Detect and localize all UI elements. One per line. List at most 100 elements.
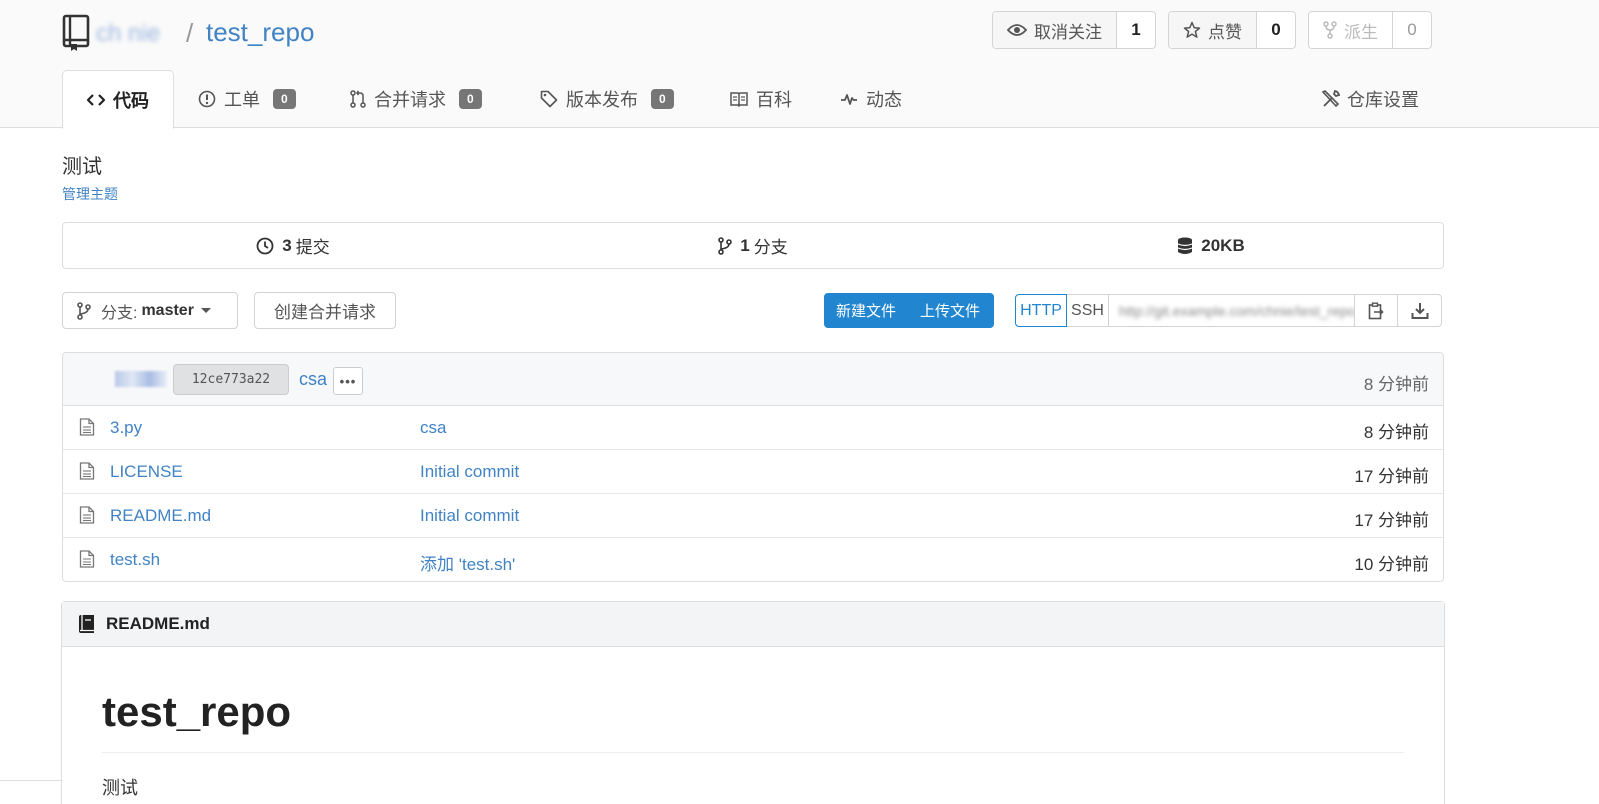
tab-wiki-label: 百科 (756, 90, 792, 110)
latest-commit-row: 12ce773a22 csa ••• 8 分钟前 (63, 353, 1443, 406)
file-list: 12ce773a22 csa ••• 8 分钟前 3.py csa 8 分钟前 … (62, 352, 1444, 582)
branch-prefix: 分支: (101, 304, 138, 322)
tab-activity[interactable]: 动态 (840, 70, 902, 128)
latest-commit-message[interactable]: csa (299, 369, 327, 390)
unwatch-label: 取消关注 (1034, 22, 1102, 42)
eye-icon (1007, 24, 1027, 36)
new-file-button[interactable]: 新建文件 (824, 293, 908, 328)
clone-http-button[interactable]: HTTP (1015, 294, 1067, 327)
branches-stat[interactable]: 1 分支 (523, 223, 983, 268)
tab-settings-label: 仓库设置 (1347, 90, 1419, 110)
copy-clone-url-button[interactable] (1355, 295, 1398, 326)
repo-description: 测试 (62, 156, 102, 178)
database-icon (1178, 237, 1193, 254)
page-corner (0, 780, 62, 804)
history-icon (256, 237, 274, 254)
branch-icon (77, 301, 91, 320)
commits-label: 提交 (295, 238, 330, 257)
star-button[interactable]: 点赞 (1169, 12, 1257, 48)
tab-issues[interactable]: 工单 0 (198, 70, 296, 128)
repo-owner-link[interactable]: ch nie (96, 20, 160, 48)
tab-code-label: 代码 (113, 90, 149, 111)
stars-count[interactable]: 0 (1257, 12, 1295, 48)
unwatch-button[interactable]: 取消关注 (993, 12, 1117, 48)
tab-repo-settings[interactable]: 仓库设置 (1321, 70, 1419, 128)
tab-releases-label: 版本发布 (566, 90, 638, 110)
file-row: 3.py csa 8 分钟前 (63, 406, 1443, 450)
wiki-book-icon (730, 92, 748, 107)
clone-url-input[interactable]: http://git.example.com/chnie/test_repo.g… (1109, 295, 1355, 326)
clone-ssh-button[interactable]: SSH (1067, 295, 1109, 326)
star-label: 点赞 (1208, 22, 1242, 42)
fork-label: 派生 (1344, 22, 1378, 42)
file-name-link[interactable]: LICENSE (110, 462, 183, 482)
size-stat: 20KB (983, 223, 1443, 268)
forks-count[interactable]: 0 (1393, 12, 1431, 48)
star-button-group: 点赞 0 (1168, 11, 1296, 49)
tab-pull-requests-label: 合并请求 (374, 90, 446, 110)
file-name-link[interactable]: test.sh (110, 550, 160, 570)
book-icon (79, 615, 94, 633)
watchers-count[interactable]: 1 (1117, 12, 1155, 48)
issues-count-badge: 0 (273, 89, 296, 109)
pulse-icon (841, 94, 857, 105)
issue-icon (198, 90, 216, 108)
new-pull-request-button[interactable]: 创建合并请求 (254, 292, 396, 329)
tab-activity-label: 动态 (866, 90, 902, 110)
tab-releases[interactable]: 版本发布 0 (540, 70, 674, 128)
file-text-icon (79, 506, 95, 524)
file-commit-link[interactable]: Initial commit (420, 462, 519, 482)
repo-name-link[interactable]: test_repo (206, 17, 314, 48)
watch-button-group: 取消关注 1 (992, 11, 1156, 49)
releases-count-badge: 0 (651, 89, 674, 109)
readme-panel: README.md test_repo 测试 (61, 601, 1445, 804)
file-text-icon (79, 550, 95, 568)
readme-divider (102, 752, 1404, 753)
fork-button[interactable]: 派生 (1309, 12, 1393, 48)
file-name-link[interactable]: 3.py (110, 418, 142, 438)
tab-issues-label: 工单 (224, 90, 260, 110)
commits-stat[interactable]: 3 提交 (63, 223, 523, 268)
tab-code[interactable]: 代码 (62, 70, 174, 129)
file-commit-time: 17 分钟前 (1354, 511, 1429, 530)
repo-stats-bar: 3 提交 1 分支 20KB (62, 222, 1444, 269)
commit-more-button[interactable]: ••• (333, 367, 363, 395)
star-icon (1183, 21, 1201, 38)
download-icon (1411, 302, 1428, 319)
fork-button-group: 派生 0 (1308, 11, 1432, 49)
commits-count: 3 (282, 235, 292, 255)
file-commit-link[interactable]: csa (420, 418, 446, 438)
current-branch: master (141, 301, 194, 319)
clone-url-group: HTTP SSH http://git.example.com/chnie/te… (1015, 294, 1442, 327)
readme-filename: README.md (106, 614, 210, 633)
pull-request-icon (350, 90, 366, 108)
owner-repo-separator: / (186, 18, 194, 48)
file-row: test.sh 添加 'test.sh' 10 分钟前 (63, 538, 1443, 581)
file-commit-link[interactable]: 添加 'test.sh' (420, 550, 515, 575)
file-text-icon (79, 462, 95, 480)
repo-book-icon (62, 14, 90, 51)
fork-icon (1323, 21, 1337, 39)
file-actions-group: 新建文件 上传文件 (824, 293, 995, 328)
code-icon (87, 93, 105, 106)
manage-topics-link[interactable]: 管理主题 (62, 184, 118, 204)
download-archive-button[interactable] (1398, 295, 1441, 326)
caret-down-icon (200, 308, 211, 313)
branch-selector[interactable]: 分支: master (62, 292, 238, 329)
commit-author-avatar[interactable] (115, 371, 167, 387)
tab-pull-requests[interactable]: 合并请求 0 (350, 70, 482, 128)
file-commit-link[interactable]: Initial commit (420, 506, 519, 526)
tag-icon (540, 90, 558, 108)
file-name-link[interactable]: README.md (110, 506, 211, 526)
repo-size: 20KB (1201, 235, 1245, 255)
upload-file-button[interactable]: 上传文件 (908, 293, 994, 328)
file-commit-time: 10 分钟前 (1354, 555, 1429, 574)
tab-wiki[interactable]: 百科 (730, 70, 792, 128)
repo-header: ch nie / test_repo 取消关注 1 点赞 0 派生 0 代码 工… (0, 0, 1599, 129)
commit-sha-button[interactable]: 12ce773a22 (173, 364, 289, 395)
file-text-icon (79, 418, 95, 436)
branches-count: 1 (740, 235, 750, 255)
readme-header: README.md (62, 602, 1444, 647)
file-row: LICENSE Initial commit 17 分钟前 (63, 450, 1443, 494)
clipboard-icon (1368, 302, 1384, 319)
